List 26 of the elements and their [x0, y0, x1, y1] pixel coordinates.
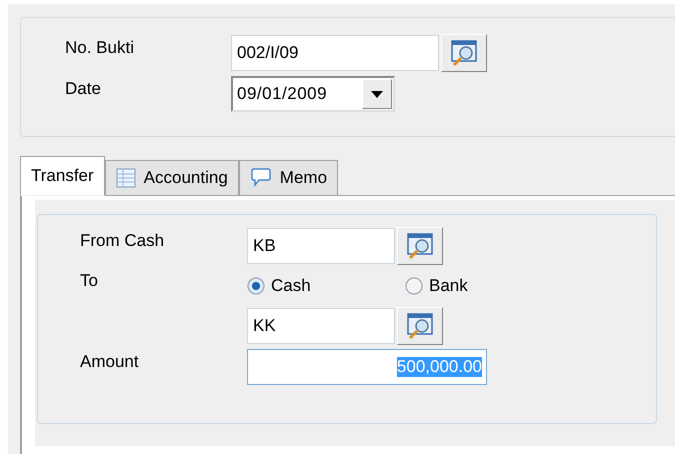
dropdown-button[interactable]	[362, 79, 392, 109]
field-label: To	[80, 271, 99, 292]
radio-button[interactable]	[405, 277, 423, 295]
date-picker[interactable]: 09/01/2009	[231, 76, 395, 112]
input-field[interactable]: KB	[247, 228, 395, 264]
search-icon	[405, 312, 435, 340]
tab[interactable]: Transfer	[20, 156, 105, 196]
field-label: No. Bukti	[65, 38, 135, 59]
radio-button[interactable]	[247, 277, 265, 295]
spreadsheet-icon	[116, 168, 136, 188]
field-label: Date	[65, 79, 102, 100]
tab[interactable]: Memo	[238, 160, 338, 196]
speech-bubble-icon	[250, 168, 272, 188]
input-field[interactable]: KK	[247, 308, 395, 344]
tab[interactable]: Accounting	[104, 160, 239, 196]
lookup-button[interactable]	[397, 307, 443, 345]
field-label: Amount	[80, 352, 140, 373]
radio-label: Cash	[271, 276, 311, 296]
input-field[interactable]: 002/I/09	[231, 35, 439, 71]
lookup-button[interactable]	[441, 34, 487, 72]
caret-icon	[371, 90, 383, 98]
search-icon	[405, 232, 435, 260]
lookup-button[interactable]	[397, 227, 443, 265]
field-label: From Cash	[80, 231, 166, 252]
radio-label: Bank	[429, 276, 468, 296]
search-icon	[449, 39, 479, 67]
